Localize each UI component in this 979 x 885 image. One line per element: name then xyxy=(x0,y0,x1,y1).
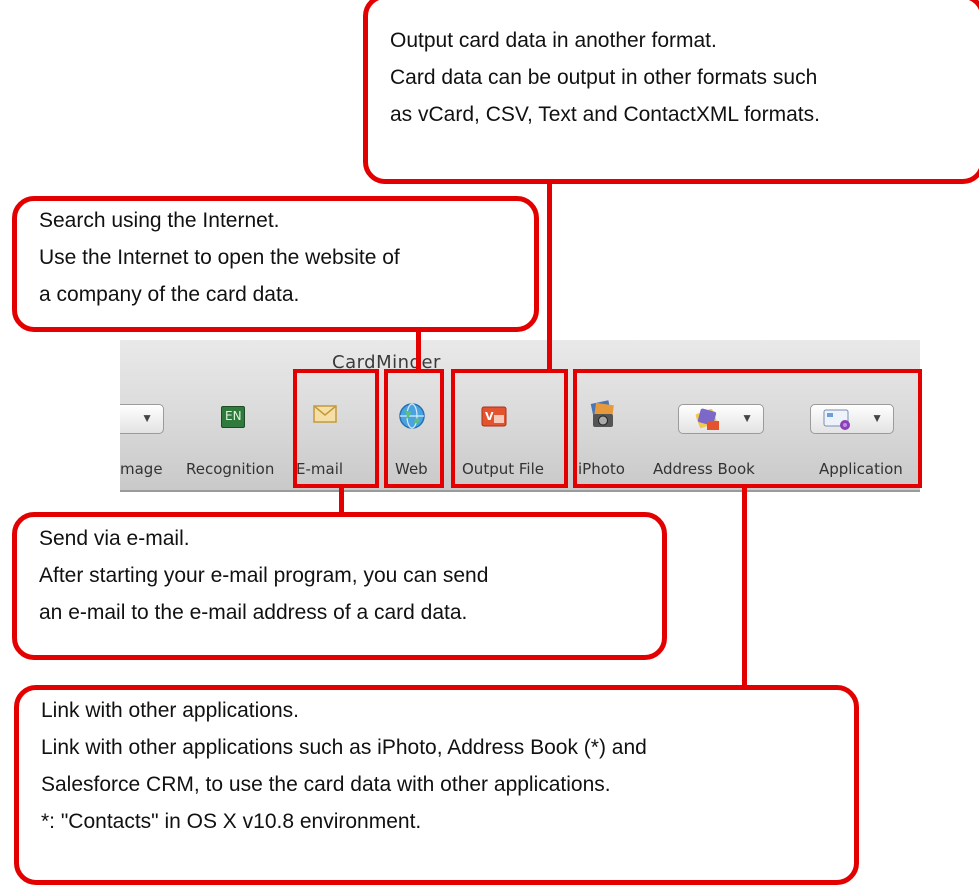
email-callout: Send via e-mail. After starting your e-m… xyxy=(12,512,667,660)
link-connector xyxy=(742,486,747,688)
web-callout: Search using the Internet. Use the Inter… xyxy=(12,196,539,332)
callout-line: Send via e-mail. xyxy=(39,527,190,550)
web-connector xyxy=(416,327,421,371)
output-callout: Output card data in another format. Card… xyxy=(363,0,979,184)
callout-line: Output card data in another format. xyxy=(390,29,717,52)
language-en-icon[interactable]: EN xyxy=(221,406,245,428)
callout-line: Link with other applications. xyxy=(41,699,299,722)
callout-line: a company of the card data. xyxy=(39,283,300,306)
output-file-highlight xyxy=(451,369,568,488)
applications-highlight xyxy=(573,369,922,488)
callout-line: Search using the Internet. xyxy=(39,209,280,232)
callout-line: Link with other applications such as iPh… xyxy=(41,736,647,759)
dropdown-arrow-icon: ▼ xyxy=(141,411,153,425)
image-popup-button[interactable]: ▼ xyxy=(120,404,164,434)
output-connector xyxy=(547,180,552,371)
web-highlight xyxy=(384,369,444,488)
callout-line: Card data can be output in other formats… xyxy=(390,66,818,89)
callout-line: *: "Contacts" in OS X v10.8 environment. xyxy=(41,810,422,833)
email-highlight xyxy=(293,369,379,488)
callout-line: as vCard, CSV, Text and ContactXML forma… xyxy=(390,103,820,126)
callout-line: an e-mail to the e-mail address of a car… xyxy=(39,601,468,624)
en-badge: EN xyxy=(225,409,242,423)
toolbar-label-image: mage xyxy=(120,460,163,478)
email-connector xyxy=(339,486,344,515)
link-callout: Link with other applications. Link with … xyxy=(14,685,859,885)
callout-line: Salesforce CRM, to use the card data wit… xyxy=(41,773,611,796)
callout-line: After starting your e-mail program, you … xyxy=(39,564,489,587)
callout-line: Use the Internet to open the website of xyxy=(39,246,400,269)
toolbar-label-recognition[interactable]: Recognition xyxy=(186,460,274,478)
